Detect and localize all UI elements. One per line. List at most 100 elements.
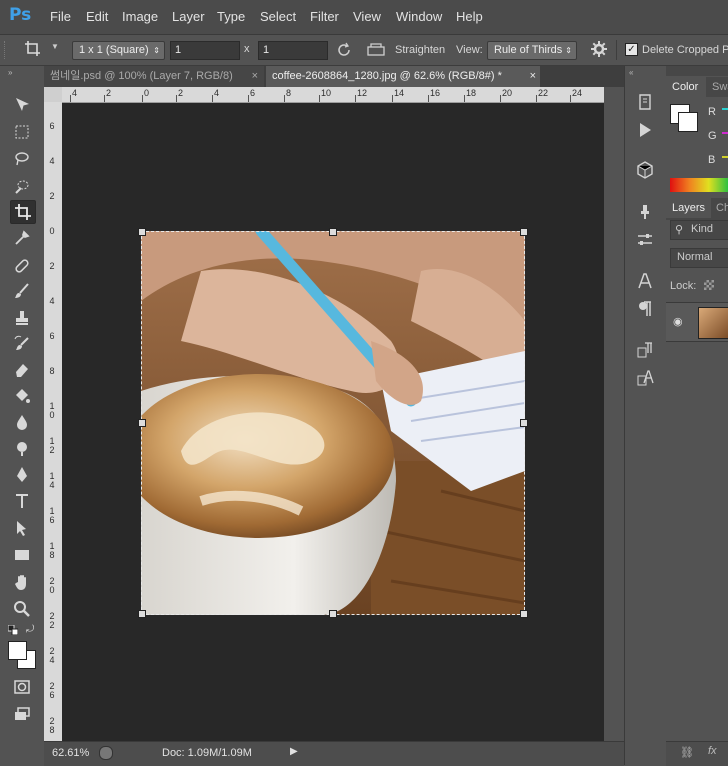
color-bg-swatch[interactable]	[678, 112, 698, 132]
crop-handle-bottom-right[interactable]	[520, 610, 528, 618]
eyedropper-tool-icon[interactable]	[10, 227, 34, 249]
blend-mode-dropdown[interactable]: Normal	[670, 248, 728, 268]
fx-icon[interactable]: fx	[708, 745, 717, 757]
screen-mode-icon[interactable]	[10, 703, 34, 725]
swap-colors-icon[interactable]: ⤾	[26, 624, 34, 635]
chevron-down-icon[interactable]: ▼	[51, 42, 59, 51]
crop-handle-bottom[interactable]	[329, 610, 337, 618]
clone-stamp-tool-icon[interactable]	[10, 307, 34, 329]
ruler-tick-label: 22	[538, 88, 549, 98]
horizontal-ruler[interactable]: 4 2 0 2 4 6 8 10 12 14 16 18 20 22 24	[62, 87, 604, 103]
foreground-color-swatch[interactable]	[8, 641, 27, 660]
link-icon[interactable]: ⛓	[680, 746, 694, 759]
brush-tool-icon[interactable]	[10, 280, 34, 302]
tab-swatches[interactable]: Swa	[706, 77, 728, 97]
tab-layers[interactable]: Layers	[666, 198, 712, 218]
character-panel-icon[interactable]	[635, 271, 655, 291]
crop-handle-top-right[interactable]	[520, 228, 528, 236]
zoom-level[interactable]: 62.61%	[52, 747, 89, 759]
hand-tool-icon[interactable]	[10, 571, 34, 593]
path-selection-tool-icon[interactable]	[10, 517, 34, 539]
menu-window[interactable]: Window	[396, 9, 442, 24]
visibility-eye-icon[interactable]: ◉	[673, 315, 683, 328]
panel-collapse-icon[interactable]: »	[8, 68, 12, 77]
menu-filter[interactable]: Filter	[310, 9, 339, 24]
color-spectrum[interactable]	[670, 178, 728, 192]
menu-file[interactable]: File	[50, 9, 71, 24]
menu-select[interactable]: Select	[260, 9, 296, 24]
menu-help[interactable]: Help	[456, 9, 483, 24]
eraser-tool-icon[interactable]	[10, 358, 34, 380]
straighten-label[interactable]: Straighten	[395, 44, 445, 56]
menu-edit[interactable]: Edit	[86, 9, 108, 24]
tab-thumbnail-psd[interactable]: 썸네일.psd @ 100% (Layer 7, RGB/8) ×	[44, 66, 264, 87]
pen-tool-icon[interactable]	[10, 464, 34, 486]
move-tool-icon[interactable]	[10, 94, 34, 116]
crop-handle-left[interactable]	[138, 419, 146, 427]
healing-brush-tool-icon[interactable]	[10, 255, 34, 277]
color-swatches[interactable]	[8, 641, 36, 669]
ratio-dropdown[interactable]: 1 x 1 (Square) ⇕	[72, 41, 165, 60]
brush-presets-icon[interactable]	[635, 202, 655, 222]
default-colors-icon[interactable]	[7, 624, 19, 638]
menu-view[interactable]: View	[353, 9, 381, 24]
quick-selection-tool-icon[interactable]	[10, 175, 34, 197]
dodge-tool-icon[interactable]	[10, 437, 34, 459]
crop-tool-preset-icon[interactable]	[24, 40, 42, 61]
history-brush-tool-icon[interactable]	[10, 333, 34, 355]
gear-icon[interactable]	[590, 40, 608, 61]
ruler-tick-label: 4	[49, 296, 55, 306]
blur-tool-icon[interactable]	[10, 411, 34, 433]
panel-collapse-icon[interactable]: «	[629, 68, 633, 77]
status-menu-arrow-icon[interactable]: ▶	[290, 746, 298, 757]
close-icon[interactable]: ×	[252, 66, 258, 87]
marquee-tool-icon[interactable]	[10, 121, 34, 143]
crop-tool-icon[interactable]	[10, 200, 36, 224]
vertical-ruler[interactable]: 6420246810121416182022242628	[44, 102, 63, 741]
b-slider[interactable]	[722, 156, 728, 158]
g-slider[interactable]	[722, 132, 728, 134]
crop-handle-bottom-left[interactable]	[138, 610, 146, 618]
document-info-icon[interactable]	[99, 746, 113, 760]
lock-transparency-icon[interactable]	[704, 280, 714, 290]
view-overlay-dropdown[interactable]: Rule of Thirds ⇕	[487, 41, 577, 60]
paragraph-styles-icon[interactable]	[635, 340, 655, 360]
swap-icon[interactable]	[335, 41, 353, 62]
actions-panel-icon[interactable]	[635, 120, 655, 140]
menu-type[interactable]: Type	[217, 9, 245, 24]
3d-panel-icon[interactable]	[635, 160, 655, 180]
ratio-height-input[interactable]: 1	[258, 41, 328, 60]
menu-image[interactable]: Image	[122, 9, 158, 24]
type-tool-icon[interactable]	[10, 490, 34, 512]
quick-mask-icon[interactable]	[10, 676, 34, 698]
close-icon[interactable]: ×	[530, 66, 536, 87]
tab-channels[interactable]: Cha	[710, 198, 728, 218]
right-panels: Color Swa R G B Layers Cha ⚲ Kind Normal…	[666, 66, 728, 766]
rectangle-tool-icon[interactable]	[10, 544, 34, 566]
crop-handle-top-left[interactable]	[138, 228, 146, 236]
lasso-tool-icon[interactable]	[10, 148, 34, 170]
crop-handle-top[interactable]	[329, 228, 337, 236]
ratio-width-input[interactable]: 1	[170, 41, 240, 60]
paragraph-panel-icon[interactable]	[635, 299, 655, 319]
tab-color[interactable]: Color	[666, 77, 705, 97]
layer-filter[interactable]: ⚲ Kind	[670, 220, 728, 240]
adjustments-icon[interactable]	[635, 230, 655, 250]
delete-cropped-checkbox[interactable]: ✓	[625, 43, 638, 56]
ruler-tick-label: 2	[49, 261, 55, 271]
ruler-tick-mark	[284, 95, 285, 102]
color-g-label: G	[708, 130, 717, 142]
r-slider[interactable]	[722, 108, 728, 110]
character-styles-icon[interactable]	[635, 368, 655, 388]
history-panel-icon[interactable]	[635, 92, 655, 112]
crop-frame[interactable]	[138, 228, 528, 618]
vertical-scrollbar[interactable]	[604, 87, 624, 741]
layer-row[interactable]: ◉	[666, 302, 728, 342]
menu-layer[interactable]: Layer	[172, 9, 205, 24]
zoom-tool-icon[interactable]	[10, 598, 34, 620]
paint-bucket-tool-icon[interactable]	[10, 385, 34, 407]
tab-coffee-jpg[interactable]: coffee-2608864_1280.jpg @ 62.6% (RGB/8#)…	[266, 66, 540, 87]
crop-handle-right[interactable]	[520, 419, 528, 427]
straighten-icon[interactable]	[366, 41, 386, 62]
ruler-origin[interactable]	[44, 87, 63, 103]
